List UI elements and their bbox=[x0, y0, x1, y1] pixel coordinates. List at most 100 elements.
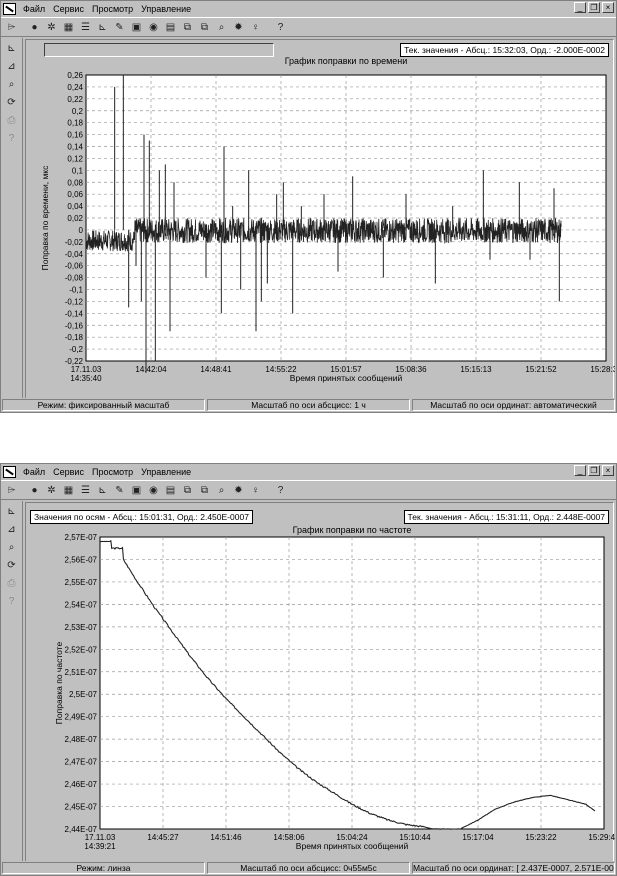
y-tick-label: -0,2 bbox=[69, 345, 83, 354]
menu-bar: Файл Сервис Просмотр Управление _ ❐ × bbox=[1, 464, 616, 480]
toolbar: ⌲ ● ✲ ▦ ☰ ⊾ ✎ ▣ ◉ ▤ ⧉ ⧉ ⌕ ✹ ♀ ? bbox=[1, 17, 616, 37]
chart-title: График поправки по частоте bbox=[293, 525, 412, 535]
y-tick-label: 2,54E-07 bbox=[65, 600, 98, 609]
chart-window-icon[interactable]: ▣ bbox=[129, 20, 144, 34]
pen-icon[interactable]: ✎ bbox=[112, 483, 127, 497]
print-icon[interactable]: ⎙ bbox=[4, 113, 20, 128]
table-icon[interactable]: ▦ bbox=[61, 20, 76, 34]
chart-title: График поправки по времени bbox=[285, 56, 408, 66]
print-icon[interactable]: ⎙ bbox=[4, 576, 20, 591]
restore-button[interactable]: ❐ bbox=[588, 2, 600, 13]
y-tick-label: 0,18 bbox=[67, 119, 83, 128]
satellite-icon[interactable]: ✲ bbox=[44, 20, 59, 34]
y-tick-label: 2,48E-07 bbox=[65, 735, 98, 744]
axis-chart-icon[interactable]: ⊾ bbox=[4, 41, 20, 56]
status-bar: Режим: линза Масштаб по оси абсцисс: 0ч5… bbox=[1, 861, 616, 875]
minimize-button[interactable]: _ bbox=[574, 465, 586, 476]
menu-view[interactable]: Просмотр bbox=[88, 465, 137, 479]
help-icon[interactable]: ? bbox=[4, 131, 20, 146]
y-tick-label: 0,08 bbox=[67, 178, 83, 187]
y-tick-label: 0,04 bbox=[67, 202, 83, 211]
y-tick-label: -0,04 bbox=[65, 250, 84, 259]
app-icon[interactable] bbox=[3, 3, 16, 15]
calendar-icon[interactable]: ▤ bbox=[163, 20, 178, 34]
y-tick-label: -0,16 bbox=[65, 321, 84, 330]
menu-file[interactable]: Файл bbox=[19, 465, 49, 479]
x-tick-label: 14:42:04 bbox=[135, 365, 167, 374]
axis-chart-edit-icon[interactable]: ⊿ bbox=[4, 522, 20, 537]
frequency-correction-chart[interactable]: График поправки по частоте 2,57E-07 2,56E-… bbox=[26, 525, 615, 861]
calendar-icon[interactable]: ▤ bbox=[163, 483, 178, 497]
zoom-icon[interactable]: ⌕ bbox=[4, 77, 20, 92]
time-correction-chart[interactable]: График поправки по времени 0,26 0,24 0,22 0,… bbox=[26, 56, 615, 396]
table-icon[interactable]: ▦ bbox=[61, 483, 76, 497]
y-tick-label: 0,12 bbox=[67, 154, 83, 163]
y-tick-label: -0,18 bbox=[65, 333, 84, 342]
x-tick-label: 15:15:13 bbox=[460, 365, 492, 374]
graph-icon[interactable]: ⊾ bbox=[95, 20, 110, 34]
app-icon[interactable] bbox=[3, 466, 16, 478]
dial-icon[interactable]: ◉ bbox=[146, 20, 161, 34]
y-tick-label: 2,46E-07 bbox=[65, 780, 98, 789]
copy-chart2-icon[interactable]: ⧉ bbox=[197, 483, 212, 497]
open-icon[interactable]: ⌲ bbox=[4, 483, 19, 497]
x-axis-label: Время принятых сообщений bbox=[290, 373, 403, 383]
menu-service[interactable]: Сервис bbox=[49, 2, 88, 16]
bulb-icon[interactable]: ♀ bbox=[248, 483, 263, 497]
y-tick-label: -0,14 bbox=[65, 309, 84, 318]
y-tick-label: 2,57E-07 bbox=[65, 533, 98, 542]
axis-chart-icon[interactable]: ⊾ bbox=[4, 504, 20, 519]
globe-icon[interactable]: ● bbox=[27, 483, 42, 497]
x-tick-label: 14:48:41 bbox=[200, 365, 232, 374]
graph-icon[interactable]: ⊾ bbox=[95, 483, 110, 497]
close-button[interactable]: × bbox=[602, 2, 614, 13]
restore-button[interactable]: ❐ bbox=[588, 465, 600, 476]
bulb-icon[interactable]: ♀ bbox=[248, 20, 263, 34]
y-axis-label: Поправка по частоте bbox=[54, 642, 64, 725]
open-icon[interactable]: ⌲ bbox=[4, 20, 19, 34]
x-axis-label: Время принятых сообщений bbox=[296, 841, 409, 851]
window-frequency-correction: Файл Сервис Просмотр Управление _ ❐ × ⌲ … bbox=[0, 463, 617, 876]
copy-chart-icon[interactable]: ⧉ bbox=[180, 483, 195, 497]
x-tick-label: 15:29:41 bbox=[588, 833, 615, 842]
y-tick-label: 0,22 bbox=[67, 95, 83, 104]
zoom-icon[interactable]: ⌕ bbox=[4, 540, 20, 555]
copy-chart-icon[interactable]: ⧉ bbox=[180, 20, 195, 34]
settings-icon[interactable]: ✹ bbox=[231, 483, 246, 497]
menu-manage[interactable]: Управление bbox=[137, 2, 195, 16]
menu-service[interactable]: Сервис bbox=[49, 465, 88, 479]
zoom-icon[interactable]: ⌕ bbox=[214, 483, 229, 497]
x-tick-label: 14:35:40 bbox=[70, 374, 102, 383]
refresh-icon[interactable]: ⟳ bbox=[4, 95, 20, 110]
help-icon[interactable]: ? bbox=[273, 483, 288, 497]
y-tick-label: -0,1 bbox=[69, 286, 83, 295]
dial-icon[interactable]: ◉ bbox=[146, 483, 161, 497]
x-tick-label: 17.11.03 bbox=[85, 833, 116, 842]
pen-icon[interactable]: ✎ bbox=[112, 20, 127, 34]
copy-chart2-icon[interactable]: ⧉ bbox=[197, 20, 212, 34]
close-button[interactable]: × bbox=[602, 465, 614, 476]
y-tick-label: 0,26 bbox=[67, 71, 83, 80]
zoom-icon[interactable]: ⌕ bbox=[214, 20, 229, 34]
satellite-icon[interactable]: ✲ bbox=[44, 483, 59, 497]
y-tick-label: 2,45E-07 bbox=[65, 803, 98, 812]
y-tick-label: -0,06 bbox=[65, 262, 84, 271]
list-chart-icon[interactable]: ☰ bbox=[78, 483, 93, 497]
x-tick-label: 14:51:46 bbox=[210, 833, 242, 842]
y-tick-label: 0,06 bbox=[67, 190, 83, 199]
refresh-icon[interactable]: ⟳ bbox=[4, 558, 20, 573]
current-values-readout: Тек. значения - Абсц.: 15:32:03, Орд.: -… bbox=[400, 43, 609, 57]
settings-icon[interactable]: ✹ bbox=[231, 20, 246, 34]
y-tick-label: -0,08 bbox=[65, 274, 84, 283]
minimize-button[interactable]: _ bbox=[574, 2, 586, 13]
menu-manage[interactable]: Управление bbox=[137, 465, 195, 479]
axis-chart-edit-icon[interactable]: ⊿ bbox=[4, 59, 20, 74]
help-icon[interactable]: ? bbox=[4, 594, 20, 609]
chart-window-icon[interactable]: ▣ bbox=[129, 483, 144, 497]
help-icon[interactable]: ? bbox=[273, 20, 288, 34]
list-chart-icon[interactable]: ☰ bbox=[78, 20, 93, 34]
status-x-scale: Масштаб по оси абсцисс: 1 ч bbox=[207, 399, 410, 411]
globe-icon[interactable]: ● bbox=[27, 20, 42, 34]
menu-view[interactable]: Просмотр bbox=[88, 2, 137, 16]
menu-file[interactable]: Файл bbox=[19, 2, 49, 16]
